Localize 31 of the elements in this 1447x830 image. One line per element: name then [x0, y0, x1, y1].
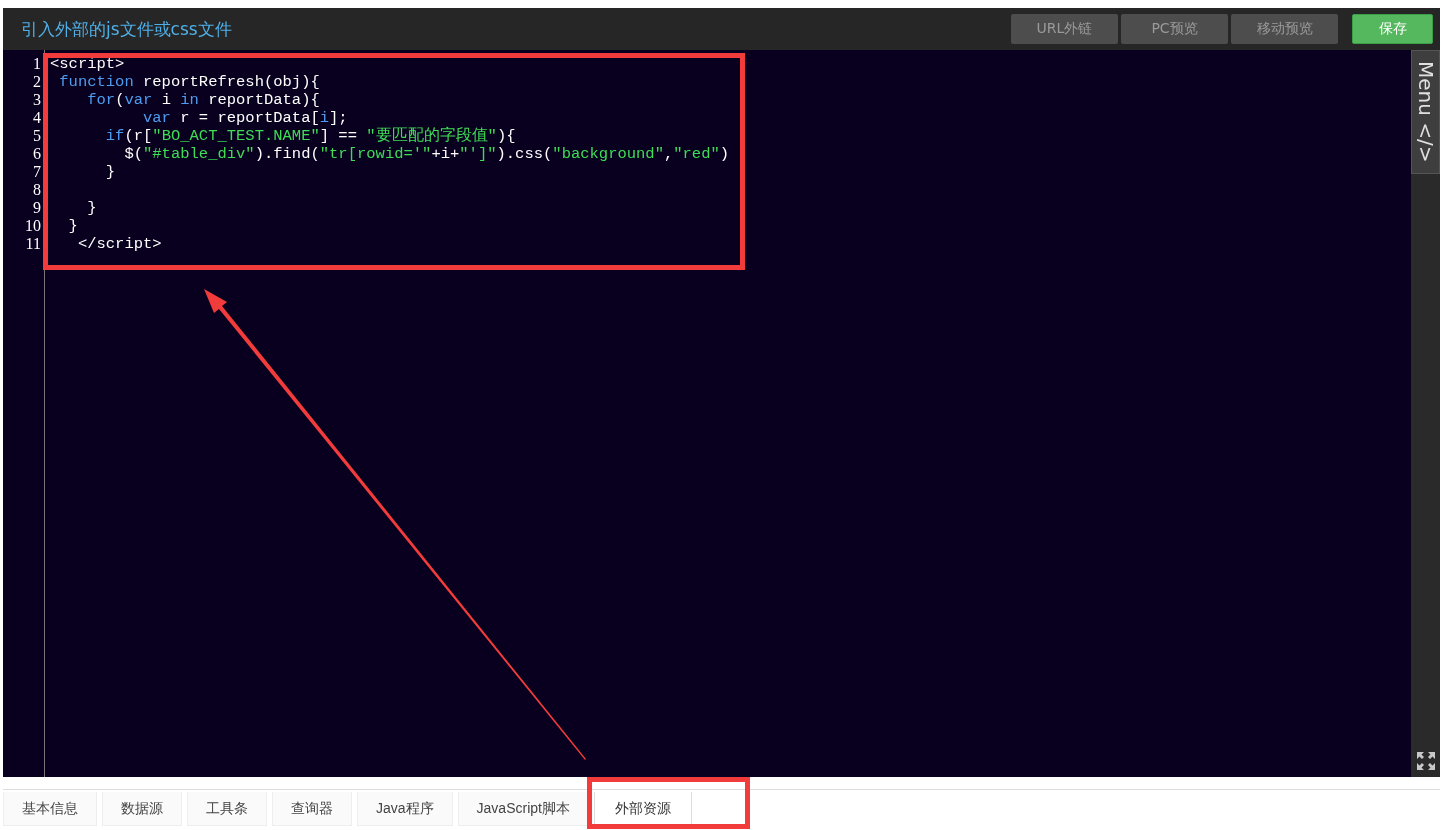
line-number: 5 — [32, 127, 42, 145]
code-line: </script> — [76, 235, 162, 253]
line-number: 8 — [32, 181, 42, 199]
menu-tab[interactable]: Menu </> — [1411, 50, 1440, 174]
line-number: 2 — [32, 73, 42, 91]
tab[interactable]: 工具条 — [187, 792, 267, 826]
code-line: } — [104, 163, 116, 181]
tab[interactable]: 基本信息 — [3, 792, 97, 826]
code-line: if(r["BO_ACT_TEST.NAME"] == "要匹配的字段值"){ — [104, 127, 516, 145]
line-number: 1 — [32, 55, 42, 73]
line-number: 11 — [24, 235, 42, 253]
fullscreen-icon[interactable] — [1415, 751, 1436, 771]
code-line: $("#table_div").find("tr[rowid='"+i+"']").css("background","red") — [123, 145, 730, 163]
line-number: 3 — [32, 91, 42, 109]
code-line: function reportRefresh(obj){ — [58, 73, 320, 91]
tab[interactable]: 外部资源 — [593, 792, 692, 826]
tab[interactable]: Java程序 — [357, 792, 453, 826]
line-number: 7 — [32, 163, 42, 181]
code-line: for(var i in reportData){ — [86, 91, 320, 109]
tab[interactable]: 数据源 — [102, 792, 182, 826]
code-line: var r = reportData[i]; — [142, 109, 348, 127]
tab[interactable]: JavaScript脚本 — [457, 792, 589, 826]
line-number: 6 — [32, 145, 42, 163]
line-number: 10 — [24, 217, 42, 235]
tab[interactable]: 查询器 — [272, 792, 352, 826]
line-number: 4 — [32, 109, 42, 127]
code-line: } — [67, 217, 78, 235]
code-line: } — [86, 199, 97, 217]
line-number: 9 — [32, 199, 42, 217]
code-line: <script> — [50, 55, 125, 73]
page-title: 引入外部的js文件或css文件 — [21, 17, 232, 41]
